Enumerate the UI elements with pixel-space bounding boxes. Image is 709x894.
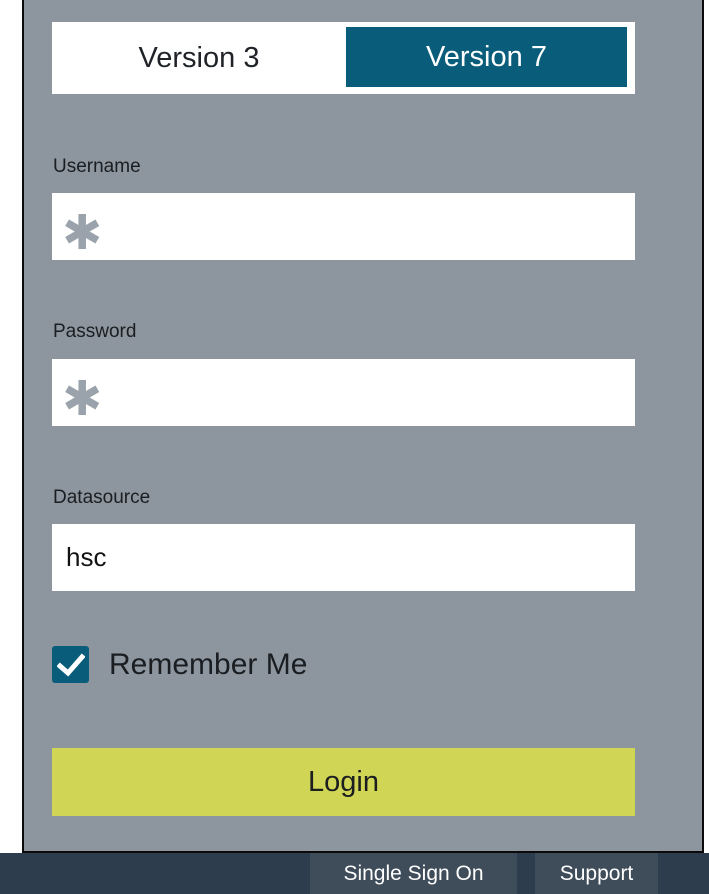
datasource-label: Datasource — [53, 487, 151, 508]
login-button[interactable]: Login — [52, 748, 635, 816]
datasource-field[interactable]: hsc — [52, 524, 635, 591]
tab-version-3[interactable]: Version 3 — [52, 22, 346, 94]
required-asterisk-icon: ✱ — [62, 204, 103, 261]
required-asterisk-icon: ✱ — [62, 370, 103, 427]
support-button[interactable]: Support — [535, 853, 658, 894]
remember-me-label[interactable]: Remember Me — [109, 648, 307, 682]
version-tabs: Version 3 Version 7 — [52, 22, 635, 94]
remember-me-checkbox[interactable] — [52, 646, 89, 683]
username-label: Username — [53, 156, 141, 177]
login-panel — [22, 0, 704, 853]
single-sign-on-button[interactable]: Single Sign On — [310, 853, 517, 894]
footer-bar: Single Sign On Support — [0, 853, 709, 894]
username-field[interactable]: ✱ — [52, 193, 635, 260]
remember-me-row: Remember Me — [52, 646, 307, 683]
right-edge — [704, 0, 709, 853]
tab-version-7[interactable]: Version 7 — [346, 27, 627, 87]
datasource-value: hsc — [66, 542, 107, 572]
password-label: Password — [53, 321, 137, 342]
checkmark-icon — [56, 652, 85, 677]
password-field[interactable]: ✱ — [52, 359, 635, 426]
